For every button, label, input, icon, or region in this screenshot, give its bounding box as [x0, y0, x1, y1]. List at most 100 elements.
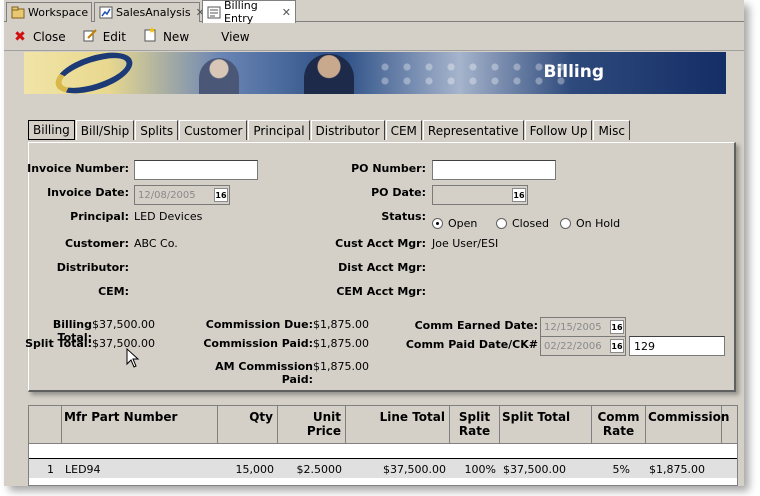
invoice-number-input[interactable]	[134, 160, 258, 180]
cell-mfr-part-number: LED94	[65, 463, 101, 476]
cust-acct-mgr-value: Joe User/ESI	[432, 237, 499, 250]
principal-label: Principal:	[70, 210, 129, 223]
close-x-icon: ✖	[14, 28, 26, 45]
header-comm-rate-line2: Rate	[602, 424, 635, 438]
row-number: 1	[47, 463, 54, 476]
radio-unselected-icon	[496, 218, 507, 229]
commission-due-value: $1,875.00	[313, 318, 369, 331]
edit-button-label: Edit	[102, 29, 126, 44]
new-button[interactable]: New	[134, 25, 197, 49]
close-button[interactable]: ✖ Close	[4, 25, 74, 49]
po-date-label: PO Date:	[371, 186, 426, 199]
cell-qty: 15,000	[235, 463, 275, 476]
customer-value: ABC Co.	[134, 237, 178, 250]
tab-representative[interactable]: Representative	[422, 120, 524, 140]
principal-value: LED Devices	[134, 210, 203, 223]
header-comm-rate-line1: Comm	[597, 410, 640, 424]
cem-acct-mgr-label: CEM Acct Mgr:	[336, 285, 426, 298]
cem-label: CEM:	[98, 285, 129, 298]
cell-split-total: $37,500.00	[503, 463, 566, 476]
split-total-label: Split Total:	[25, 337, 92, 350]
status-on-hold-radio[interactable]: On Hold	[560, 217, 620, 230]
status-open-label: Open	[448, 217, 478, 230]
split-total-value: $37,500.00	[92, 337, 155, 350]
banner-photo-person	[199, 58, 239, 94]
tab-customer[interactable]: Customer	[179, 120, 248, 140]
tab-billing[interactable]: Billing	[28, 120, 75, 140]
tab-splits[interactable]: Splits	[135, 120, 179, 140]
banner-photo-person-phone	[304, 54, 354, 94]
header-split-total[interactable]: Split Total	[500, 406, 592, 444]
invoice-date-label: Invoice Date:	[47, 186, 129, 199]
header-mfr-part-number[interactable]: Mfr Part Number	[62, 406, 218, 444]
po-number-label: PO Number:	[351, 162, 426, 175]
am-commission-paid-label: AM Commission Paid:	[215, 360, 313, 386]
distributor-label: Distributor:	[56, 261, 129, 274]
document-tab-bar: Workspace SalesAnalysis ✕ Billing Entry …	[4, 0, 744, 25]
header-split-rate[interactable]: Split Rate	[450, 406, 500, 444]
status-label: Status:	[381, 210, 426, 223]
toolbar: ✖ Close Edit New View	[4, 23, 744, 51]
header-commission[interactable]: Commission	[646, 406, 729, 444]
tab-cem[interactable]: CEM	[385, 120, 422, 140]
comm-earned-date-value: 12/15/2005	[544, 321, 602, 333]
invoice-date-field[interactable]: 12/08/2005 16	[134, 185, 230, 205]
status-closed-radio[interactable]: Closed	[496, 217, 549, 230]
radio-unselected-icon	[560, 218, 571, 229]
calendar-icon[interactable]: 16	[610, 339, 624, 353]
billing-window: Workspace SalesAnalysis ✕ Billing Entry …	[4, 0, 744, 486]
status-open-radio[interactable]: Open	[432, 217, 477, 230]
check-number-input[interactable]: 129	[629, 336, 725, 356]
line-items-grid: Mfr Part Number Qty Unit Price Line Tota…	[28, 405, 738, 486]
po-date-field[interactable]: 16	[432, 185, 528, 205]
billing-banner: Billing	[24, 52, 726, 94]
tab-sales-analysis[interactable]: SalesAnalysis ✕	[94, 2, 205, 22]
tab-workspace[interactable]: Workspace	[6, 2, 92, 22]
calendar-icon[interactable]: 16	[214, 188, 228, 202]
cell-unit-price: $2.5000	[296, 463, 343, 476]
header-comm-rate[interactable]: Comm Rate	[592, 406, 646, 444]
header-qty[interactable]: Qty	[218, 406, 278, 444]
view-menu-button[interactable]: View	[213, 25, 257, 49]
cell-commission: $1,875.00	[649, 463, 705, 476]
close-button-label: Close	[33, 29, 66, 44]
commission-paid-value: $1,875.00	[313, 337, 369, 350]
radio-selected-icon	[432, 218, 443, 229]
invoice-date-value: 12/08/2005	[138, 189, 196, 201]
close-icon[interactable]: ✕	[282, 6, 291, 19]
calendar-icon[interactable]: 16	[610, 320, 624, 334]
tab-misc[interactable]: Misc	[593, 120, 630, 140]
tab-billing-entry[interactable]: Billing Entry ✕	[202, 0, 296, 25]
new-button-label: New	[162, 29, 190, 44]
tab-principal[interactable]: Principal	[248, 120, 310, 140]
tab-follow-up[interactable]: Follow Up	[524, 120, 593, 140]
status-closed-label: Closed	[512, 217, 549, 230]
form-tab-bar: Billing Bill/Ship Splits Customer Princi…	[28, 120, 631, 141]
comm-earned-date-label: Comm Earned Date:	[414, 319, 538, 332]
invoice-number-label: Invoice Number:	[27, 162, 129, 175]
po-number-input[interactable]	[432, 160, 556, 180]
customer-label: Customer:	[64, 237, 129, 250]
tab-distributor[interactable]: Distributor	[310, 120, 385, 140]
status-on-hold-label: On Hold	[576, 217, 621, 230]
cell-line-total: $37,500.00	[383, 463, 446, 476]
new-document-icon	[142, 27, 158, 46]
edit-button[interactable]: Edit	[74, 25, 134, 49]
calendar-icon[interactable]: 16	[512, 188, 526, 202]
header-split-rate-line1: Split	[458, 410, 491, 424]
commission-paid-label: Commission Paid:	[203, 337, 313, 350]
workspace-icon	[11, 6, 25, 19]
comm-paid-date-value: 02/22/2006	[544, 340, 602, 352]
tab-bill-ship[interactable]: Bill/Ship	[75, 120, 135, 140]
header-line-total[interactable]: Line Total	[346, 406, 450, 444]
header-split-rate-line2: Rate	[458, 424, 491, 438]
logo-swirl-icon	[50, 52, 138, 94]
comm-earned-date-field[interactable]: 12/15/2005 16	[540, 317, 626, 337]
table-row[interactable]: 1 LED94 15,000 $2.5000 $37,500.00 100% $…	[29, 458, 737, 478]
banner-title: Billing	[543, 62, 604, 82]
comm-paid-date-field[interactable]: 02/22/2006 16	[540, 336, 626, 356]
view-button-label: View	[221, 29, 250, 44]
tab-workspace-label: Workspace	[28, 6, 89, 19]
comm-paid-date-label: Comm Paid Date/CK#	[405, 338, 538, 351]
header-unit-price[interactable]: Unit Price	[278, 406, 346, 444]
